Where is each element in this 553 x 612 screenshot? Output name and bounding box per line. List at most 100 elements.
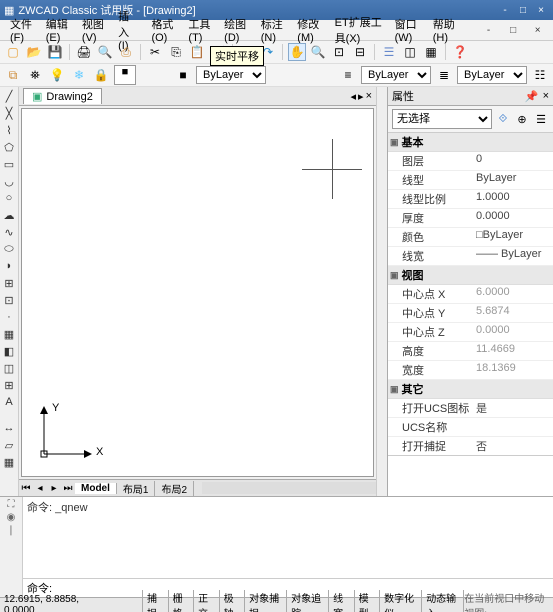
status-coords[interactable]: 12.6915, 8.8858, 0.0000 [4, 594, 103, 612]
dist-icon[interactable]: ↔ [2, 421, 16, 435]
insert-icon[interactable]: ⊞ [2, 276, 16, 290]
hscrollbar[interactable] [202, 482, 376, 494]
props-icon[interactable]: ☰ [380, 43, 398, 61]
cat-basic[interactable]: 基本 [388, 133, 553, 152]
zoom-rt-icon[interactable]: 🔍 [309, 43, 327, 61]
minimize-button[interactable]: - [497, 3, 513, 17]
save-icon[interactable]: 💾 [46, 43, 64, 61]
revcloud-icon[interactable]: ☁ [2, 208, 16, 222]
prop-snap-v[interactable]: 否 [474, 437, 553, 455]
drawing-canvas[interactable]: Y X [21, 108, 374, 477]
status-model[interactable]: 模型 [354, 590, 381, 612]
tab-right-icon[interactable]: ▸ [358, 90, 364, 103]
cmd-tool2-icon[interactable]: ◉ [7, 512, 16, 523]
prop-thick-v[interactable]: 0.0000 [474, 209, 553, 227]
pan-icon[interactable]: ✋ [288, 43, 306, 61]
status-osnap[interactable]: 对象捕捉 [244, 590, 287, 612]
status-ortho[interactable]: 正交 [193, 590, 220, 612]
paste-icon[interactable]: 📋 [188, 43, 206, 61]
menu-tools[interactable]: 工具(T) [182, 16, 218, 44]
table-icon[interactable]: ⊞ [2, 378, 16, 392]
close-button[interactable]: × [533, 3, 549, 17]
cut-icon[interactable]: ✂ [146, 43, 164, 61]
vscrollbar[interactable] [376, 87, 387, 496]
xline-icon[interactable]: ╳ [2, 106, 16, 120]
prop-cz-v[interactable]: 0.0000 [474, 323, 553, 341]
circle-icon[interactable]: ○ [2, 191, 16, 205]
selection-filter[interactable]: 无选择 [392, 109, 492, 129]
panel-pin-icon[interactable]: 📌 [525, 90, 539, 103]
status-polar[interactable]: 极轴 [219, 590, 246, 612]
menu-edit[interactable]: 编辑(E) [40, 16, 76, 44]
status-snap[interactable]: 捕捉 [142, 590, 169, 612]
polygon-icon[interactable]: ⬠ [2, 140, 16, 154]
prop-cy-v[interactable]: 5.6874 [474, 304, 553, 322]
status-grid[interactable]: 栅格 [168, 590, 195, 612]
mtext-icon[interactable]: A [2, 395, 16, 409]
status-otrack[interactable]: 对象追踪 [286, 590, 329, 612]
pline-icon[interactable]: ⌇ [2, 123, 16, 137]
pickadd-icon[interactable]: ⊕ [514, 111, 530, 127]
designcenter-icon[interactable]: ◫ [401, 43, 419, 61]
layer-states-icon[interactable]: ⛯ [26, 66, 44, 84]
layout-next-icon[interactable]: ▸ [47, 483, 61, 494]
linetype-combo[interactable]: ByLayer [361, 66, 431, 84]
color-combo[interactable]: ByLayer [196, 66, 266, 84]
lock-icon[interactable]: 🔒 [92, 66, 110, 84]
layer-color-swatch[interactable]: ■ [114, 65, 136, 85]
cat-view[interactable]: 视图 [388, 266, 553, 285]
tab-close-icon[interactable]: × [366, 90, 372, 103]
ellipse-icon[interactable]: ⬭ [2, 242, 16, 256]
color-icon[interactable]: ■ [174, 66, 192, 84]
prop-ucs-v[interactable]: 是 [474, 399, 553, 417]
tab-drawing2[interactable]: ▣ Drawing2 [23, 88, 102, 104]
publish-icon[interactable]: ⎙ [117, 43, 135, 61]
line-icon[interactable]: ╱ [2, 89, 16, 103]
prop-cx-v[interactable]: 6.0000 [474, 285, 553, 303]
tab-left-icon[interactable]: ◂ [351, 90, 357, 103]
menu-modify[interactable]: 修改(M) [291, 16, 328, 44]
gradient-icon[interactable]: ◧ [2, 344, 16, 358]
prop-ltscale-v[interactable]: 1.0000 [474, 190, 553, 208]
layout-first-icon[interactable]: ⏮ [19, 483, 33, 494]
region-icon[interactable]: ◫ [2, 361, 16, 375]
layout-last-icon[interactable]: ⏭ [61, 483, 75, 494]
block-icon[interactable]: ⊡ [2, 293, 16, 307]
zoom-prev-icon[interactable]: ⊟ [351, 43, 369, 61]
bulb-icon[interactable]: 💡 [48, 66, 66, 84]
prop-w-v[interactable]: 18.1369 [474, 361, 553, 379]
new-icon[interactable]: ▢ [4, 43, 22, 61]
linetype-icon[interactable]: ≡ [339, 66, 357, 84]
panel-close-icon[interactable]: × [543, 90, 549, 102]
rect-icon[interactable]: ▭ [2, 157, 16, 171]
calendar-icon[interactable]: ▦ [2, 455, 16, 469]
menu-file[interactable]: 文件(F) [4, 16, 40, 44]
area-icon[interactable]: ▱ [2, 438, 16, 452]
layout-prev-icon[interactable]: ◂ [33, 483, 47, 494]
arc-icon[interactable]: ◡ [2, 174, 16, 188]
lineweight-combo[interactable]: ByLayer [457, 66, 527, 84]
layout-model[interactable]: Model [75, 483, 117, 494]
spline-icon[interactable]: ∿ [2, 225, 16, 239]
doc-minimize-button[interactable]: - [477, 23, 500, 37]
menu-et[interactable]: ET扩展工具(X) [329, 14, 389, 46]
prop-linetype-v[interactable]: ByLayer [474, 171, 553, 189]
point-icon[interactable]: · [2, 310, 16, 324]
freeze-icon[interactable]: ❄ [70, 66, 88, 84]
prop-h-v[interactable]: 11.4669 [474, 342, 553, 360]
prop-ucsname-v[interactable] [474, 418, 553, 436]
doc-restore-button[interactable]: □ [502, 23, 525, 37]
print-icon[interactable]: 🖨 [75, 43, 93, 61]
copy-icon[interactable]: ⎘ [167, 43, 185, 61]
status-dyn[interactable]: 动态输入 [421, 590, 464, 612]
status-lw[interactable]: 线宽 [328, 590, 355, 612]
layer-mgr-icon[interactable]: ⧉ [4, 66, 22, 84]
selectobj-icon[interactable]: ☰ [533, 111, 549, 127]
zoom-win-icon[interactable]: ⊡ [330, 43, 348, 61]
open-icon[interactable]: 📂 [25, 43, 43, 61]
menu-dim[interactable]: 标注(N) [255, 16, 292, 44]
toolpal-icon[interactable]: ▦ [422, 43, 440, 61]
status-digit[interactable]: 数字化仪 [379, 590, 422, 612]
menu-window[interactable]: 窗口(W) [389, 16, 427, 44]
menu-help[interactable]: 帮助(H) [427, 16, 464, 44]
